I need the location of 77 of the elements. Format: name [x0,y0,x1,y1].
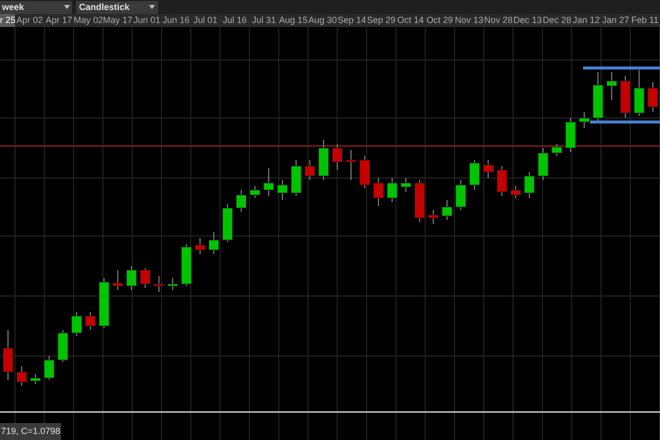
axis-date-label: Jul 16 [222,14,248,27]
candle [634,70,644,116]
axis-date-label: Jun 01 [132,14,162,27]
candle [318,140,329,180]
candle [496,166,508,196]
axis-date-label: Dec 13 [513,14,542,27]
axis-date-label: Apr 02 [16,14,44,27]
axis-date-label: Jul 31 [251,14,278,27]
axis-date-label: Sep 29 [366,14,396,27]
candle [44,356,54,380]
candle [442,200,452,220]
candle [208,232,220,254]
candle [414,180,425,222]
caret-icon [64,5,70,9]
candle [112,270,123,290]
support-line [590,120,660,124]
candle [194,238,206,254]
axis-date-label: Jan 12 [572,14,601,27]
candle [648,82,658,112]
axis-date-label: Jul 01 [192,14,218,27]
candle [332,144,343,170]
candle [98,278,110,328]
candle [524,172,535,198]
axis-date-label: May 02 [74,14,103,27]
candle [30,374,41,384]
candle [592,72,604,122]
axis-date-label: Dec 28 [542,14,572,27]
candle [85,312,96,330]
candle [16,366,27,386]
candle [222,204,233,242]
axis-date-label: Feb 11 [630,14,660,27]
candle [346,150,356,180]
candle [290,160,302,196]
axis-date-label: May 17 [102,14,132,27]
candle [71,312,82,336]
price-readout: 719, C=1.0798 [0,423,62,440]
chart-type-dropdown[interactable]: Candlestick [76,0,158,14]
candle [620,76,631,118]
interval-dropdown[interactable]: week [0,0,72,14]
axis-date-label: Oct 29 [426,14,454,27]
candle [140,268,150,288]
axis-date-label: r 25 [0,14,15,27]
axis-date-label: Aug 15 [278,14,308,27]
axis-date-label: Apr 17 [44,14,74,27]
candle [359,156,370,188]
axis-date-label: Jan 27 [601,14,630,27]
candle [386,178,398,202]
candle [277,180,288,200]
candle [552,144,562,156]
candle [154,276,164,292]
candle [236,190,246,212]
candle [373,178,384,206]
candle [400,178,412,192]
candle [538,148,548,180]
candle [510,186,521,198]
candle [565,118,576,152]
candle [579,112,590,128]
axis-date-label: Nov 13 [454,14,484,27]
axis-date-label: Jun 16 [162,14,191,27]
axis-date-label: Sep 14 [337,14,367,27]
candle [181,244,192,286]
axis-date-label: Oct 14 [396,14,425,27]
candle [469,160,480,190]
candle [456,180,466,210]
candle [428,210,439,224]
candle [606,72,617,100]
candle [167,278,178,290]
axis-date-label: Aug 30 [308,14,338,27]
caret-icon [149,5,155,9]
candle [2,330,14,380]
candle [263,168,274,196]
candle [58,330,68,362]
axis-date-label: Nov 28 [484,14,514,27]
candle [250,186,260,198]
candle [304,160,316,180]
candle [482,160,494,178]
candle [126,266,137,290]
